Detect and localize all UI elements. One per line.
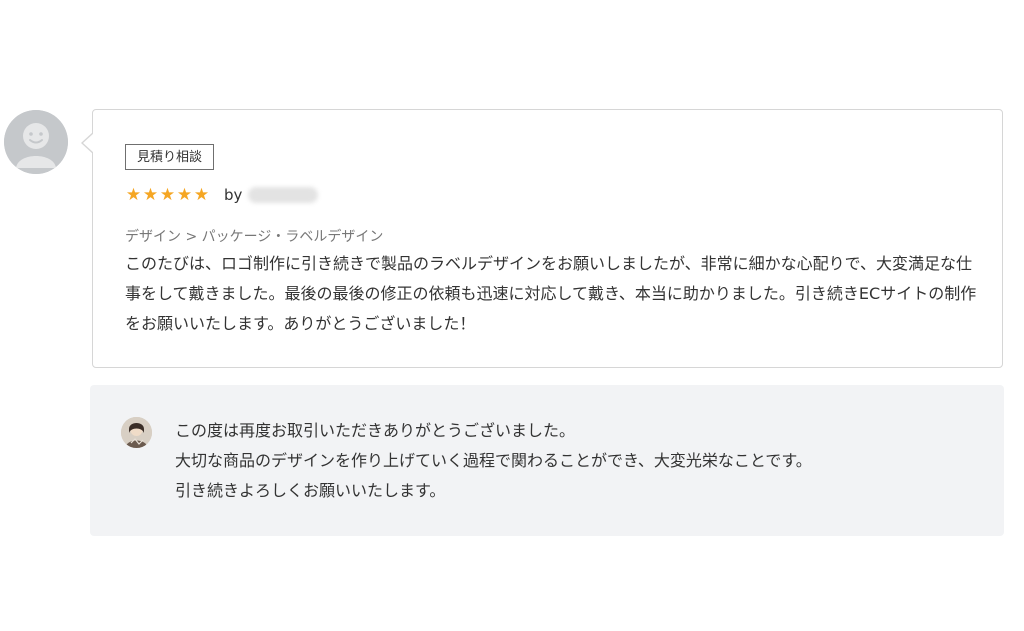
by-label: by (224, 186, 243, 204)
star-icon: ★ (142, 184, 159, 205)
rating-row: ★ ★ ★ ★ ★ by (125, 184, 319, 206)
reply-line: この度は再度お取引いただきありがとうございました。 (175, 421, 576, 440)
review-body: このたびは、ロゴ制作に引き続きで製品のラベルデザインをお願いしましたが、非常に細… (125, 254, 977, 333)
seller-avatar[interactable] (121, 417, 152, 448)
star-rating: ★ ★ ★ ★ ★ (125, 184, 210, 205)
star-icon: ★ (159, 184, 176, 205)
reply-line: 引き続きよろしくお願いいたします。 (175, 481, 446, 500)
review-page: 見積り相談 ★ ★ ★ ★ ★ by デザイン > パッケージ・ラベルデザイン … (0, 0, 1024, 631)
reply-message: この度は再度お取引いただきありがとうございました。 大切な商品のデザインを作り上… (175, 416, 812, 506)
reviewer-avatar-icon[interactable] (4, 110, 68, 174)
service-category[interactable]: デザイン > パッケージ・ラベルデザイン (125, 226, 383, 246)
reviewer-name-blurred[interactable] (248, 187, 319, 203)
star-icon: ★ (125, 184, 142, 205)
star-icon: ★ (176, 184, 193, 205)
review-card: 見積り相談 ★ ★ ★ ★ ★ by デザイン > パッケージ・ラベルデザイン … (81, 109, 1003, 368)
estimate-tag: 見積り相談 (125, 144, 215, 170)
seller-reply: この度は再度お取引いただきありがとうございました。 大切な商品のデザインを作り上… (90, 385, 1004, 536)
reply-line: 大切な商品のデザインを作り上げていく過程で関わることができ、大変光栄なことです。 (175, 451, 812, 470)
star-icon: ★ (193, 184, 210, 205)
